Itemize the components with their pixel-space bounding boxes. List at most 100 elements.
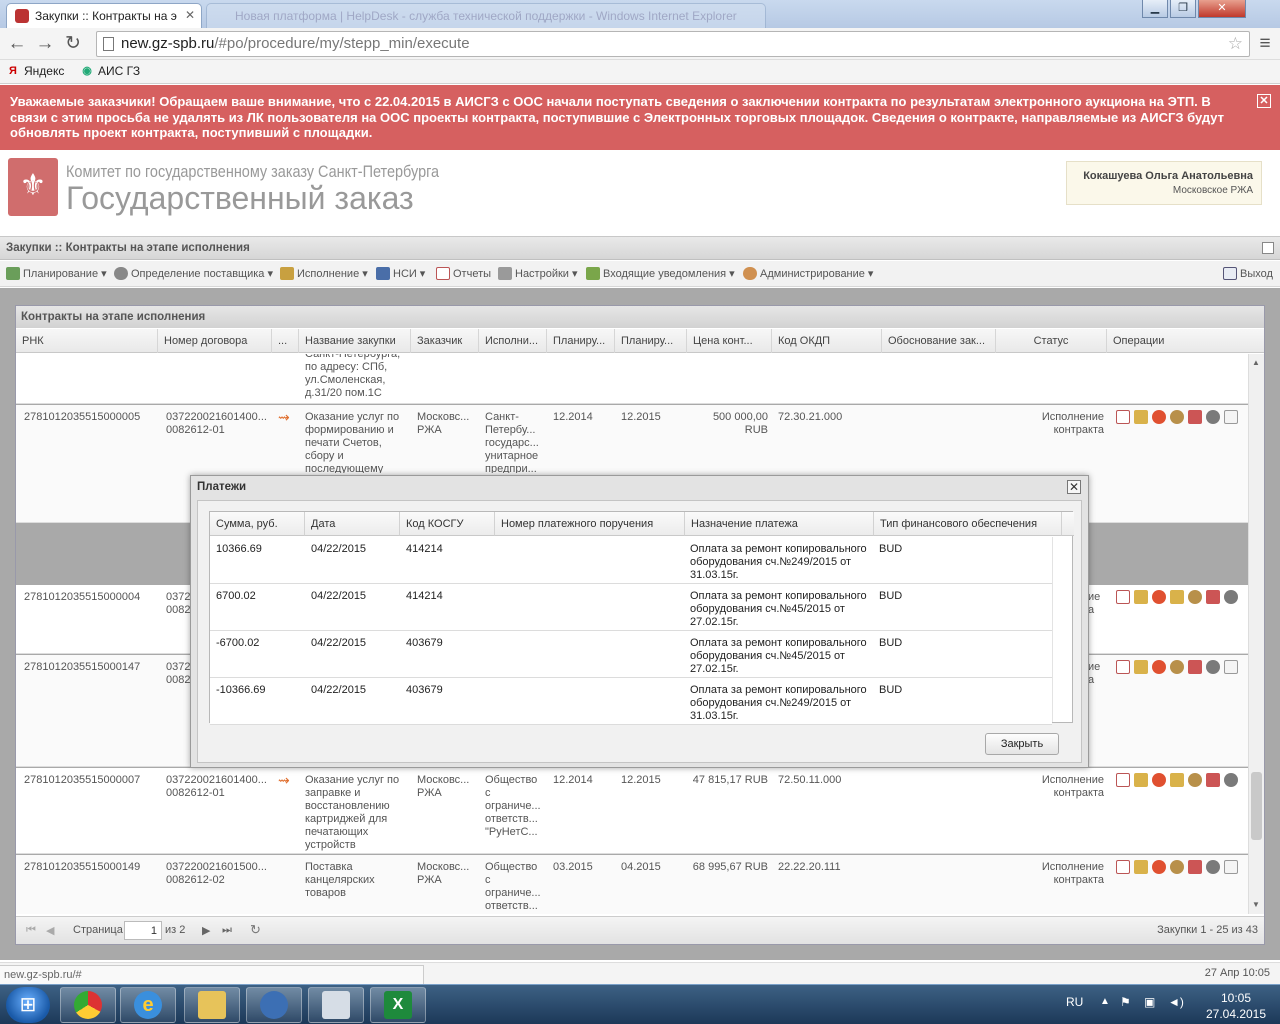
taskbar-thunderbird[interactable] xyxy=(246,987,302,1023)
taskbar-explorer[interactable] xyxy=(184,987,240,1023)
col-customer[interactable]: Заказчик xyxy=(411,329,479,353)
menu-reports[interactable]: Отчеты xyxy=(436,267,491,280)
page-input[interactable]: 1 xyxy=(124,921,162,940)
taskbar-ie[interactable]: e xyxy=(120,987,176,1023)
payment-row[interactable]: 6700.02 04/22/2015 414214 Оплата за ремо… xyxy=(210,584,1052,631)
users-icon[interactable] xyxy=(1206,773,1220,787)
close-notice-icon[interactable]: ✕ xyxy=(1257,94,1271,108)
document-icon[interactable] xyxy=(1116,410,1130,424)
clock-time[interactable]: 10:05 xyxy=(1206,991,1266,1005)
col-price[interactable]: Цена конт... xyxy=(687,329,772,353)
emblem-icon[interactable] xyxy=(1170,860,1184,874)
edit-icon[interactable] xyxy=(1134,860,1148,874)
document-icon[interactable] xyxy=(1116,590,1130,604)
edit-icon[interactable] xyxy=(1134,590,1148,604)
menu-planning[interactable]: Планирование ▾ xyxy=(6,267,107,280)
scrollbar-thumb[interactable] xyxy=(1251,772,1262,840)
col-rnk[interactable]: РНК xyxy=(16,329,158,353)
user-box[interactable]: Кокашуева Ольга Анатольевна Московское Р… xyxy=(1066,161,1262,205)
emblem-icon[interactable] xyxy=(1170,410,1184,424)
bookmark-yandex[interactable]: Я Яндекс xyxy=(6,64,64,78)
users-icon[interactable] xyxy=(1188,660,1202,674)
col-purchase-name[interactable]: Название закупки xyxy=(299,329,411,353)
col-kosgu[interactable]: Код КОСГУ xyxy=(400,512,495,536)
stop-icon[interactable] xyxy=(1152,410,1166,424)
stop-icon[interactable] xyxy=(1152,660,1166,674)
col-justification[interactable]: Обоснование зак... xyxy=(882,329,996,353)
settings-icon[interactable] xyxy=(1206,410,1220,424)
restore-button[interactable]: ❐ xyxy=(1170,0,1196,18)
volume-icon[interactable]: ◄) xyxy=(1168,995,1184,1009)
taskbar-excel[interactable]: X xyxy=(370,987,426,1023)
col-operations[interactable]: Операции xyxy=(1107,329,1264,353)
reload-button[interactable]: ↻ xyxy=(62,33,84,55)
settings-icon[interactable] xyxy=(1224,590,1238,604)
emblem-icon[interactable] xyxy=(1170,660,1184,674)
collapse-panel-icon[interactable] xyxy=(1262,242,1274,254)
col-executor[interactable]: Исполни... xyxy=(479,329,547,353)
stop-icon[interactable] xyxy=(1152,860,1166,874)
tab-active[interactable]: Закупки :: Контракты на э ✕ xyxy=(6,3,202,28)
close-window-button[interactable]: ✕ xyxy=(1198,0,1246,18)
network-icon[interactable]: ▣ xyxy=(1144,995,1155,1009)
close-dialog-icon[interactable]: ✕ xyxy=(1067,480,1081,494)
users-icon[interactable] xyxy=(1206,590,1220,604)
document-icon[interactable] xyxy=(1116,773,1130,787)
col-planned-2[interactable]: Планиру... xyxy=(615,329,687,353)
bookmark-star-icon[interactable]: ☆ xyxy=(1228,34,1243,54)
bookmark-ais-gz[interactable]: ◉ АИС ГЗ xyxy=(80,64,140,78)
edit-icon[interactable] xyxy=(1134,660,1148,674)
coin-icon[interactable] xyxy=(1170,590,1184,604)
menu-execution[interactable]: Исполнение ▾ xyxy=(280,267,368,280)
col-planned-1[interactable]: Планиру... xyxy=(547,329,615,353)
language-indicator[interactable]: RU xyxy=(1066,995,1083,1009)
document-icon[interactable] xyxy=(1116,660,1130,674)
payments-scrollbar[interactable] xyxy=(1052,537,1072,722)
payment-row[interactable]: -6700.02 04/22/2015 403679 Оплата за рем… xyxy=(210,631,1052,678)
edit-icon[interactable] xyxy=(1134,410,1148,424)
table-row[interactable]: Санкт-Петербурга, по адресу: СПб, ул.Смо… xyxy=(16,354,1248,404)
col-sum[interactable]: Сумма, руб. xyxy=(210,512,305,536)
col-funding-type[interactable]: Тип финансового обеспечения xyxy=(874,512,1062,536)
menu-settings[interactable]: Настройки ▾ xyxy=(498,267,577,280)
settings-icon[interactable] xyxy=(1224,773,1238,787)
show-hidden-icon[interactable]: ▲ xyxy=(1100,996,1110,1007)
settings-icon[interactable] xyxy=(1206,660,1220,674)
menu-admin[interactable]: Администрирование ▾ xyxy=(743,267,873,280)
back-button[interactable]: ← xyxy=(6,33,28,55)
flag-icon[interactable]: ⚑ xyxy=(1120,995,1131,1009)
grid-scrollbar[interactable]: ▲ ▼ xyxy=(1248,354,1264,914)
minimize-button[interactable]: ▁ xyxy=(1142,0,1168,18)
emblem-icon[interactable] xyxy=(1188,590,1202,604)
start-button[interactable]: ⊞ xyxy=(6,987,50,1023)
link-icon[interactable]: ⇝ xyxy=(278,411,290,424)
menu-nsi[interactable]: НСИ ▾ xyxy=(376,267,425,280)
refresh-icon[interactable]: ↻ xyxy=(250,922,261,938)
stop-icon[interactable] xyxy=(1152,773,1166,787)
taskbar-scanner[interactable] xyxy=(308,987,364,1023)
users-icon[interactable] xyxy=(1188,410,1202,424)
close-tab-icon[interactable]: ✕ xyxy=(185,8,195,22)
table-row[interactable]: 2781012035515000149 037220021601500... 0… xyxy=(16,855,1248,914)
col-order-number[interactable]: Номер платежного поручения xyxy=(495,512,685,536)
menu-icon[interactable]: ≡ xyxy=(1254,33,1276,55)
menu-supplier[interactable]: Определение поставщика ▾ xyxy=(114,267,273,280)
first-page-icon[interactable]: ⏮ xyxy=(26,924,36,937)
coin-icon[interactable] xyxy=(1170,773,1184,787)
taskbar-chrome[interactable] xyxy=(60,987,116,1023)
stop-icon[interactable] xyxy=(1152,590,1166,604)
col-status[interactable]: Статус xyxy=(996,329,1107,353)
clock-date[interactable]: 27.04.2015 xyxy=(1200,1007,1272,1021)
close-button[interactable]: Закрыть xyxy=(985,733,1059,755)
address-bar[interactable]: new.gz-spb.ru/#po/procedure/my/stepp_min… xyxy=(96,31,1250,57)
document-icon[interactable] xyxy=(1116,860,1130,874)
col-purpose[interactable]: Назначение платежа xyxy=(685,512,874,536)
last-page-icon[interactable]: ⏭ xyxy=(222,924,232,937)
next-page-icon[interactable]: ▶ xyxy=(202,924,210,937)
list-icon[interactable] xyxy=(1224,660,1238,674)
scroll-up-icon[interactable]: ▲ xyxy=(1252,358,1260,367)
scroll-down-icon[interactable]: ▼ xyxy=(1252,900,1260,909)
link-icon[interactable]: ⇝ xyxy=(278,774,290,787)
emblem-icon[interactable] xyxy=(1188,773,1202,787)
col-okdp[interactable]: Код ОКДП xyxy=(772,329,882,353)
